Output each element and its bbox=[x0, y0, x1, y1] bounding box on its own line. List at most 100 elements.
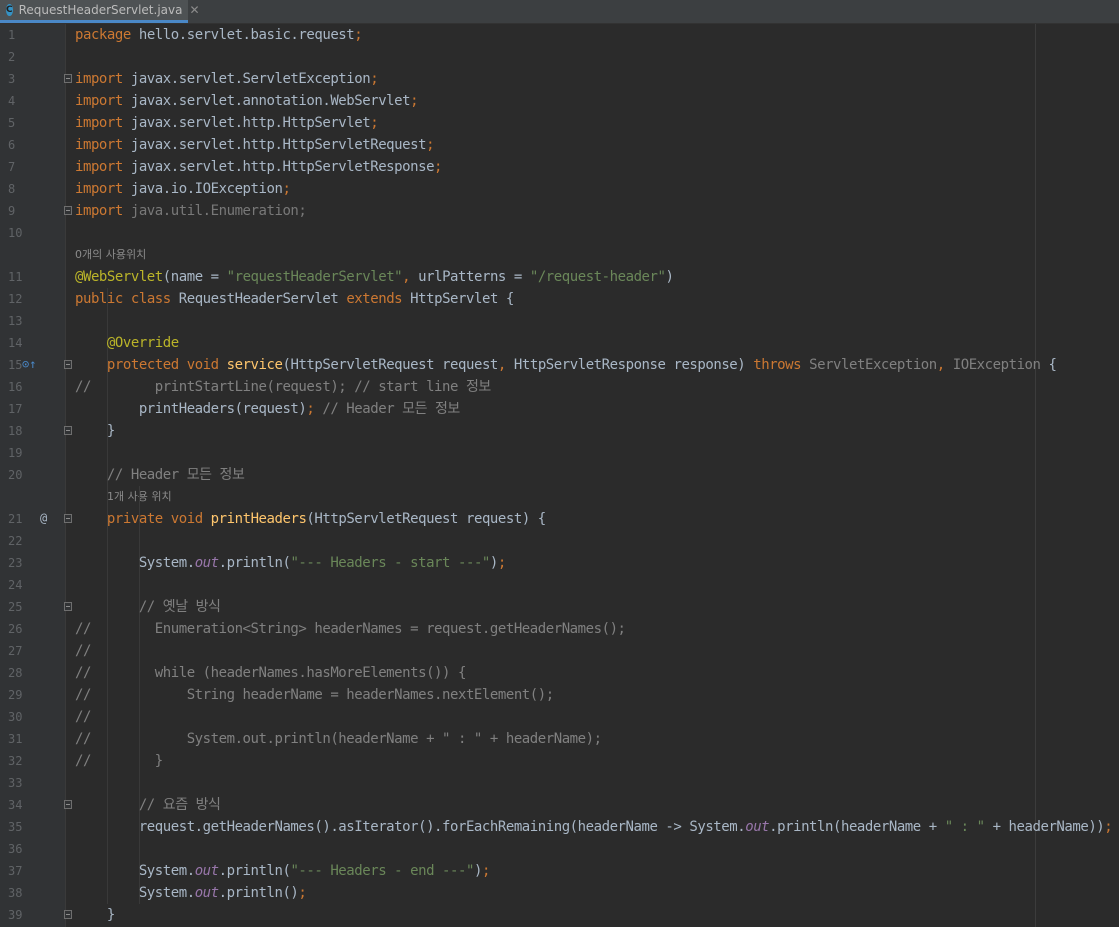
code-text[interactable]: // String headerName = headerNames.nextE… bbox=[75, 684, 554, 706]
line-number[interactable]: 32 bbox=[8, 753, 32, 769]
code-text[interactable]: // System.out.println(headerName + " : "… bbox=[75, 728, 602, 750]
code-text[interactable]: public class RequestHeaderServlet extend… bbox=[75, 288, 514, 310]
code-line[interactable]: 16 // printStartLine(request); // start l… bbox=[0, 376, 1119, 398]
line-number[interactable]: 24 bbox=[8, 577, 32, 593]
line-number[interactable]: 5 bbox=[8, 115, 32, 131]
usage-hint[interactable]: 0개의 사용위치 bbox=[75, 244, 146, 266]
fold-toggle-icon[interactable] bbox=[64, 602, 72, 611]
line-number[interactable]: 1 bbox=[8, 27, 32, 43]
tab-request-header-servlet[interactable]: C RequestHeaderServlet.java ✕ bbox=[0, 0, 200, 23]
line-number[interactable]: 20 bbox=[8, 467, 32, 483]
code-line[interactable]: 28 // while (headerNames.hasMoreElements(… bbox=[0, 662, 1119, 684]
line-number[interactable]: 27 bbox=[8, 643, 32, 659]
code-line[interactable]: 1 package hello.servlet.basic.request; bbox=[0, 24, 1119, 46]
code-text[interactable]: import javax.servlet.http.HttpServlet; bbox=[75, 112, 379, 134]
code-line[interactable]: 6 import javax.servlet.http.HttpServletRe… bbox=[0, 134, 1119, 156]
line-number[interactable]: 26 bbox=[8, 621, 32, 637]
code-text[interactable]: } bbox=[75, 420, 115, 442]
code-editor[interactable]: 0개의 사용위치 1개 사용 위치 1 package hello.servlet.b… bbox=[0, 24, 1119, 927]
code-line[interactable]: 36 bbox=[0, 838, 1119, 860]
code-text[interactable]: protected void service(HttpServletReques… bbox=[75, 354, 1057, 376]
fold-toggle-icon[interactable] bbox=[64, 910, 72, 919]
line-number[interactable]: 35 bbox=[8, 819, 32, 835]
fold-toggle-icon[interactable] bbox=[64, 360, 72, 369]
line-number[interactable]: 6 bbox=[8, 137, 32, 153]
line-number[interactable]: 29 bbox=[8, 687, 32, 703]
code-line[interactable]: 23 System.out.println("--- Headers - sta… bbox=[0, 552, 1119, 574]
fold-toggle-icon[interactable] bbox=[64, 514, 72, 523]
code-text[interactable]: // } bbox=[75, 750, 163, 772]
code-text[interactable]: private void printHeaders(HttpServletReq… bbox=[75, 508, 546, 530]
code-line[interactable]: 9 import java.util.Enumeration; bbox=[0, 200, 1119, 222]
line-number[interactable]: 34 bbox=[8, 797, 32, 813]
line-number[interactable]: 14 bbox=[8, 335, 32, 351]
line-number[interactable]: 13 bbox=[8, 313, 32, 329]
code-text[interactable]: // while (headerNames.hasMoreElements())… bbox=[75, 662, 466, 684]
override-method-icon[interactable]: ⊙↑ bbox=[22, 356, 36, 372]
line-number[interactable]: 16 bbox=[8, 379, 32, 395]
code-text[interactable]: } bbox=[75, 904, 115, 926]
code-text[interactable]: // Enumeration<String> headerNames = req… bbox=[75, 618, 626, 640]
code-line[interactable]: 17 printHeaders(request); // Header 모든 정… bbox=[0, 398, 1119, 420]
code-line[interactable]: 11 @WebServlet(name = "requestHeaderServl… bbox=[0, 266, 1119, 288]
line-number[interactable]: 30 bbox=[8, 709, 32, 725]
line-number[interactable]: 11 bbox=[8, 269, 32, 285]
line-number[interactable]: 17 bbox=[8, 401, 32, 417]
code-text[interactable]: request.getHeaderNames().asIterator().fo… bbox=[75, 816, 1113, 838]
code-text[interactable]: System.out.println(); bbox=[75, 882, 307, 904]
code-text[interactable]: @Override bbox=[75, 332, 179, 354]
code-text[interactable]: import javax.servlet.ServletException; bbox=[75, 68, 379, 90]
line-number[interactable]: 18 bbox=[8, 423, 32, 439]
code-text[interactable]: System.out.println("--- Headers - start … bbox=[75, 552, 506, 574]
close-icon[interactable]: ✕ bbox=[189, 3, 199, 17]
code-text[interactable]: package hello.servlet.basic.request; bbox=[75, 24, 363, 46]
code-line[interactable]: 18 } bbox=[0, 420, 1119, 442]
code-text[interactable]: // 요즘 방식 bbox=[75, 794, 221, 816]
code-line[interactable]: 10 bbox=[0, 222, 1119, 244]
fold-toggle-icon[interactable] bbox=[64, 74, 72, 83]
code-line[interactable]: 22 bbox=[0, 530, 1119, 552]
line-number[interactable]: 4 bbox=[8, 93, 32, 109]
code-line[interactable]: 20 // Header 모든 정보 bbox=[0, 464, 1119, 486]
code-line[interactable]: 29 // String headerName = headerNames.nex… bbox=[0, 684, 1119, 706]
line-number[interactable]: 39 bbox=[8, 907, 32, 923]
code-text[interactable]: import javax.servlet.annotation.WebServl… bbox=[75, 90, 419, 112]
line-number[interactable]: 23 bbox=[8, 555, 32, 571]
line-number[interactable]: 9 bbox=[8, 203, 32, 219]
line-number[interactable]: 37 bbox=[8, 863, 32, 879]
line-number[interactable]: 7 bbox=[8, 159, 32, 175]
line-number[interactable]: 12 bbox=[8, 291, 32, 307]
code-text[interactable]: import java.io.IOException; bbox=[75, 178, 291, 200]
code-line[interactable]: 4 import javax.servlet.annotation.WebServ… bbox=[0, 90, 1119, 112]
code-line[interactable]: 39 } bbox=[0, 904, 1119, 926]
code-line[interactable]: 31 // System.out.println(headerName + " :… bbox=[0, 728, 1119, 750]
usage-marker-icon[interactable]: @ bbox=[40, 510, 47, 526]
code-line[interactable]: 37 System.out.println("--- Headers - end… bbox=[0, 860, 1119, 882]
code-line[interactable]: 27 // bbox=[0, 640, 1119, 662]
code-line[interactable]: 35 request.getHeaderNames().asIterator()… bbox=[0, 816, 1119, 838]
code-line[interactable]: 32 // } bbox=[0, 750, 1119, 772]
code-line[interactable]: 12 public class RequestHeaderServlet exte… bbox=[0, 288, 1119, 310]
code-line[interactable]: 2 bbox=[0, 46, 1119, 68]
code-line[interactable]: 34 // 요즘 방식 bbox=[0, 794, 1119, 816]
code-text[interactable]: printHeaders(request); // Header 모든 정보 bbox=[75, 398, 460, 420]
line-number[interactable]: 19 bbox=[8, 445, 32, 461]
code-line[interactable]: 5 import javax.servlet.http.HttpServlet; bbox=[0, 112, 1119, 134]
code-text[interactable]: @WebServlet(name = "requestHeaderServlet… bbox=[75, 266, 674, 288]
line-number[interactable]: 21 bbox=[8, 511, 32, 527]
line-number[interactable]: 28 bbox=[8, 665, 32, 681]
line-number[interactable]: 31 bbox=[8, 731, 32, 747]
fold-toggle-icon[interactable] bbox=[64, 426, 72, 435]
line-number[interactable]: 36 bbox=[8, 841, 32, 857]
code-line[interactable]: 30 // bbox=[0, 706, 1119, 728]
code-line[interactable]: 26 // Enumeration<String> headerNames = r… bbox=[0, 618, 1119, 640]
line-number[interactable]: 38 bbox=[8, 885, 32, 901]
code-line[interactable]: 38 System.out.println(); bbox=[0, 882, 1119, 904]
code-text[interactable]: // 옛날 방식 bbox=[75, 596, 221, 618]
code-line[interactable]: 14 @Override bbox=[0, 332, 1119, 354]
code-line[interactable]: 13 bbox=[0, 310, 1119, 332]
code-line[interactable]: 7 import javax.servlet.http.HttpServletRe… bbox=[0, 156, 1119, 178]
code-line[interactable]: 33 bbox=[0, 772, 1119, 794]
code-line[interactable]: 25 // 옛날 방식 bbox=[0, 596, 1119, 618]
code-line[interactable]: 19 bbox=[0, 442, 1119, 464]
